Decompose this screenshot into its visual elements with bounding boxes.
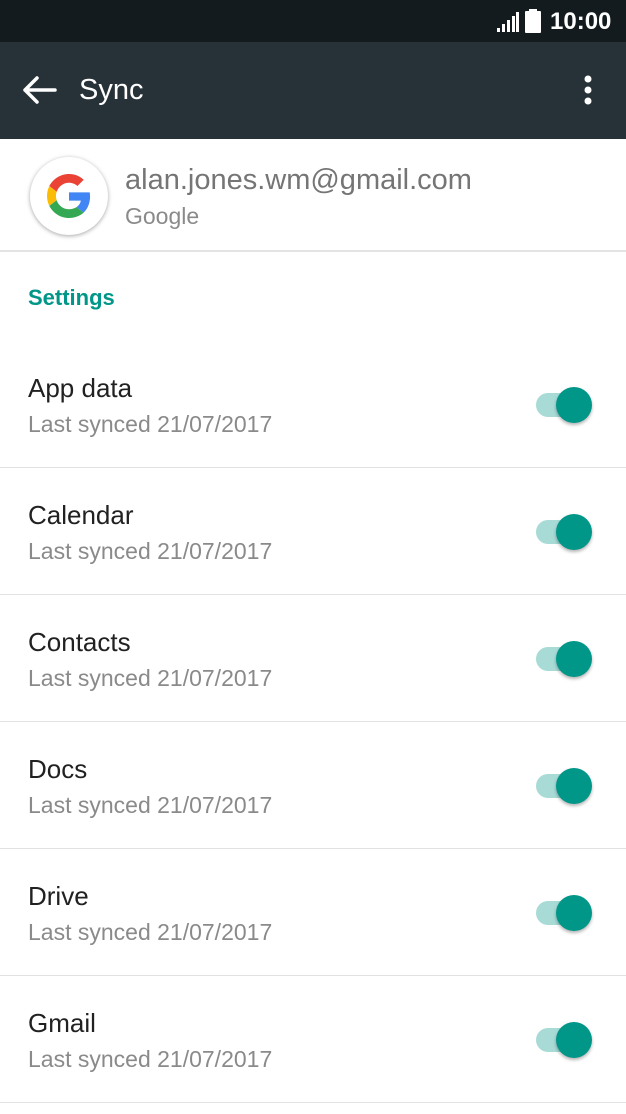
page-title: Sync (79, 74, 144, 106)
arrow-back-icon (23, 76, 57, 104)
account-header: alan.jones.wm@gmail.com Google (0, 139, 626, 252)
sync-item-title: Calendar (28, 500, 134, 530)
settings-section-header: Settings (28, 285, 115, 310)
toggle-thumb (556, 895, 592, 931)
sync-toggle[interactable] (534, 639, 594, 679)
sync-item-app-data[interactable]: App data Last synced 21/07/2017 (0, 341, 626, 468)
sync-item-title: Gmail (28, 1008, 96, 1038)
account-email: alan.jones.wm@gmail.com (125, 164, 472, 196)
sync-toggle[interactable] (534, 893, 594, 933)
sync-item-title: App data (28, 373, 133, 403)
signal-icon (497, 12, 519, 32)
sync-item-docs[interactable]: Docs Last synced 21/07/2017 (0, 722, 626, 849)
toggle-thumb (556, 514, 592, 550)
sync-item-title: Drive (28, 881, 89, 911)
status-bar: 10:00 (0, 0, 626, 42)
toggle-thumb (556, 387, 592, 423)
more-vert-icon (584, 75, 592, 105)
sync-item-subtitle: Last synced 21/07/2017 (28, 919, 273, 945)
sync-toggle[interactable] (534, 766, 594, 806)
sync-item-subtitle: Last synced 21/07/2017 (28, 665, 273, 691)
sync-item-contacts[interactable]: Contacts Last synced 21/07/2017 (0, 595, 626, 722)
sync-toggle[interactable] (534, 1020, 594, 1060)
sync-toggle[interactable] (534, 512, 594, 552)
google-logo-icon (30, 157, 108, 235)
back-button[interactable] (18, 68, 62, 112)
sync-item-subtitle: Last synced 21/07/2017 (28, 538, 273, 564)
app-bar: Sync (0, 42, 626, 139)
sync-item-title: Contacts (28, 627, 131, 657)
sync-item-drive[interactable]: Drive Last synced 21/07/2017 (0, 849, 626, 976)
toggle-thumb (556, 768, 592, 804)
account-type: Google (125, 203, 200, 229)
overflow-menu-button[interactable] (572, 68, 604, 112)
sync-item-subtitle: Last synced 21/07/2017 (28, 1046, 273, 1072)
sync-item-gmail[interactable]: Gmail Last synced 21/07/2017 (0, 976, 626, 1103)
sync-item-subtitle: Last synced 21/07/2017 (28, 792, 273, 818)
sync-toggle[interactable] (534, 385, 594, 425)
sync-settings-list: App data Last synced 21/07/2017 Calendar… (0, 341, 626, 1103)
sync-item-calendar[interactable]: Calendar Last synced 21/07/2017 (0, 468, 626, 595)
sync-item-title: Docs (28, 754, 88, 784)
toggle-thumb (556, 1022, 592, 1058)
sync-item-subtitle: Last synced 21/07/2017 (28, 411, 273, 437)
toggle-thumb (556, 641, 592, 677)
battery-icon (525, 9, 541, 33)
status-time: 10:00 (550, 8, 612, 35)
